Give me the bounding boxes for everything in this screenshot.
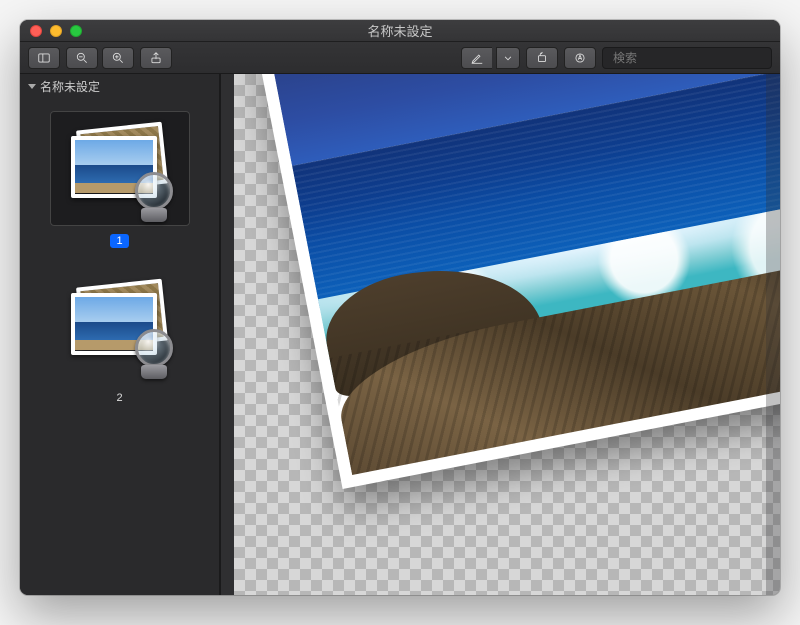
thumbnail-frame: [50, 111, 190, 226]
rotate-icon: [535, 51, 549, 65]
app-window: 名称未設定: [20, 20, 780, 595]
disclosure-triangle-icon: [28, 84, 36, 89]
thumbnail-frame: [50, 268, 190, 383]
annotate-circle-icon: [573, 51, 587, 65]
zoom-out-icon: [75, 51, 89, 65]
page-thumbnail[interactable]: 2: [20, 256, 219, 413]
search-field[interactable]: [602, 47, 772, 69]
zoom-in-button[interactable]: [102, 47, 134, 69]
sidebar-header-label: 名称未設定: [40, 78, 100, 95]
canvas-area[interactable]: [234, 74, 780, 595]
maximize-button[interactable]: [70, 25, 82, 37]
sidebar-header[interactable]: 名称未設定: [20, 74, 219, 99]
preview-app-icon: [65, 281, 175, 371]
close-button[interactable]: [30, 25, 42, 37]
thumbnail-label: 1: [110, 234, 128, 248]
chevron-down-icon: [501, 51, 515, 65]
image-content: [271, 74, 780, 475]
sidebar-toggle-button[interactable]: [28, 47, 60, 69]
titlebar: 名称未設定: [20, 20, 780, 42]
search-input[interactable]: [613, 51, 768, 65]
sidebar-scrollbar[interactable]: [220, 74, 234, 595]
markup-pen-icon: [470, 51, 484, 65]
share-button[interactable]: [140, 47, 172, 69]
markup-dropdown-button[interactable]: [496, 47, 520, 69]
zoom-out-button[interactable]: [66, 47, 98, 69]
zoom-in-icon: [111, 51, 125, 65]
markup-button[interactable]: [461, 47, 492, 69]
window-title: 名称未設定: [20, 21, 780, 40]
preview-app-icon: [65, 124, 175, 214]
annotate-button[interactable]: [564, 47, 596, 69]
traffic-lights: [20, 25, 82, 37]
thumbnail-label: 2: [110, 391, 128, 405]
share-icon: [149, 51, 163, 65]
window-body: 名称未設定 1: [20, 74, 780, 595]
thumbnail-sidebar: 名称未設定 1: [20, 74, 220, 595]
page-thumbnail[interactable]: 1: [20, 99, 219, 256]
minimize-button[interactable]: [50, 25, 62, 37]
sidebar-icon: [37, 51, 51, 65]
rotate-button[interactable]: [526, 47, 558, 69]
canvas-scrollbar[interactable]: [766, 74, 780, 595]
toolbar: [20, 42, 780, 74]
